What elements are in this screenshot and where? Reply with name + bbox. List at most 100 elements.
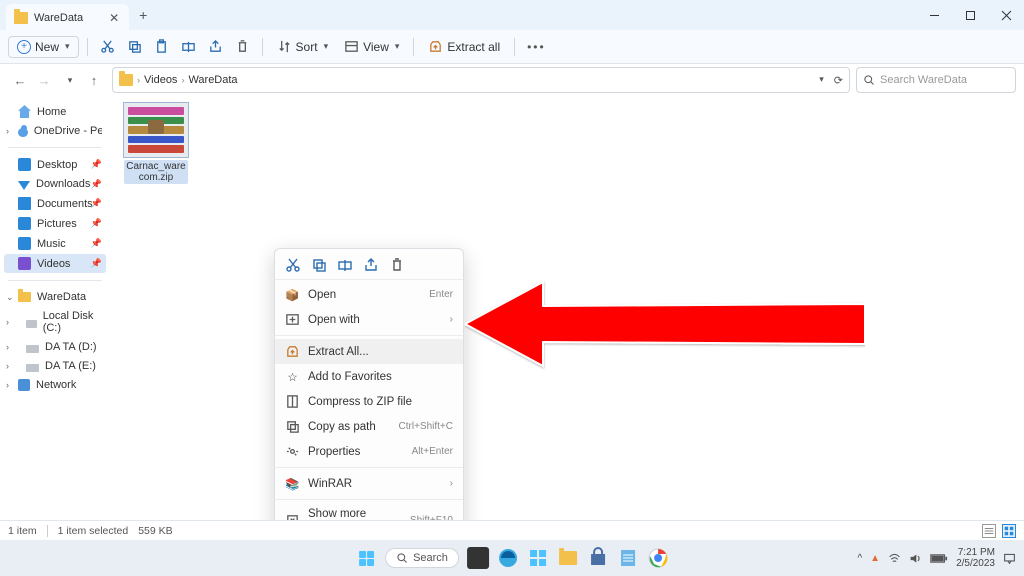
paste-button[interactable] bbox=[150, 35, 173, 58]
copy-icon[interactable] bbox=[311, 257, 327, 273]
start-button[interactable] bbox=[355, 547, 377, 569]
clock[interactable]: 7:21 PM2/5/2023 bbox=[956, 547, 995, 569]
ctx-label: WinRAR bbox=[308, 478, 352, 490]
sidebar-item-music[interactable]: Music📌 bbox=[4, 234, 106, 253]
address-bar[interactable]: › Videos › WareData ▾ ⟳ bbox=[112, 67, 850, 93]
recent-dropdown[interactable]: ▾ bbox=[62, 75, 78, 86]
tray-app-icon[interactable]: ▲ bbox=[870, 553, 880, 564]
ctx-shortcut: Ctrl+Shift+C bbox=[399, 421, 453, 432]
volume-icon[interactable] bbox=[909, 552, 922, 565]
share-button[interactable] bbox=[204, 35, 227, 58]
nav-arrows: ← → ▾ ↑ bbox=[8, 73, 106, 88]
ctx-open-with[interactable]: Open with› bbox=[275, 307, 463, 332]
notifications-icon[interactable] bbox=[1003, 552, 1016, 565]
icons-view-toggle[interactable] bbox=[1002, 524, 1016, 538]
details-view-toggle[interactable] bbox=[982, 524, 996, 538]
pictures-icon bbox=[18, 217, 31, 230]
copy-button[interactable] bbox=[123, 35, 146, 58]
toolbar: + New ▾ Sort ▾ View ▾ Extract all ••• bbox=[0, 30, 1024, 64]
sidebar-item-desktop[interactable]: Desktop📌 bbox=[4, 155, 106, 174]
cut-button[interactable] bbox=[96, 35, 119, 58]
sidebar-label: Network bbox=[36, 379, 76, 391]
notepad-icon[interactable] bbox=[617, 547, 639, 569]
body: Home › OneDrive - Persona Desktop📌 Downlo… bbox=[0, 96, 1024, 520]
expand-icon[interactable]: › bbox=[6, 317, 9, 327]
ctx-label: Add to Favorites bbox=[308, 371, 392, 383]
close-button[interactable] bbox=[988, 0, 1024, 30]
sidebar-item-data-e[interactable]: › DA TA (E:) bbox=[4, 357, 106, 375]
ctx-extract-all[interactable]: Extract All... bbox=[275, 339, 463, 364]
view-mode-toggles bbox=[982, 524, 1016, 538]
tray-chevron-icon[interactable]: ^ bbox=[857, 553, 862, 564]
delete-icon[interactable] bbox=[389, 257, 405, 273]
ctx-winrar[interactable]: 📚WinRAR› bbox=[275, 471, 463, 496]
rename-icon[interactable] bbox=[337, 257, 353, 273]
ctx-show-more[interactable]: Show more optionsShift+F10 bbox=[275, 503, 463, 520]
ctx-favorites[interactable]: ☆Add to Favorites bbox=[275, 364, 463, 389]
close-tab-icon[interactable]: ✕ bbox=[109, 11, 119, 25]
sidebar-item-network[interactable]: › Network bbox=[4, 376, 106, 394]
chrome-icon[interactable] bbox=[647, 547, 669, 569]
sidebar-item-home[interactable]: Home bbox=[4, 102, 106, 121]
share-icon[interactable] bbox=[363, 257, 379, 273]
breadcrumb-videos[interactable]: Videos bbox=[144, 74, 177, 86]
cut-icon[interactable] bbox=[285, 257, 301, 273]
tab-title: WareData bbox=[34, 12, 83, 24]
explorer-icon[interactable] bbox=[557, 547, 579, 569]
divider bbox=[87, 38, 88, 56]
edge-icon[interactable] bbox=[497, 547, 519, 569]
new-tab-button[interactable]: + bbox=[139, 7, 147, 23]
store-icon[interactable] bbox=[587, 547, 609, 569]
maximize-button[interactable] bbox=[952, 0, 988, 30]
extract-icon bbox=[428, 39, 443, 54]
sidebar-label: DA TA (E:) bbox=[45, 360, 96, 372]
sidebar-item-onedrive[interactable]: › OneDrive - Persona bbox=[4, 122, 106, 140]
expand-icon[interactable]: › bbox=[6, 342, 9, 352]
sidebar-item-waredata[interactable]: ⌄WareData bbox=[4, 288, 106, 306]
new-button[interactable]: + New ▾ bbox=[8, 36, 79, 58]
sidebar-item-documents[interactable]: Documents📌 bbox=[4, 194, 106, 213]
ctx-open[interactable]: 📦OpenEnter bbox=[275, 282, 463, 307]
downloads-icon bbox=[18, 181, 30, 190]
battery-icon[interactable] bbox=[930, 552, 948, 565]
wifi-icon[interactable] bbox=[888, 552, 901, 565]
sort-button[interactable]: Sort ▾ bbox=[271, 35, 335, 58]
breadcrumb-waredata[interactable]: WareData bbox=[188, 74, 237, 86]
sidebar-item-pictures[interactable]: Pictures📌 bbox=[4, 214, 106, 233]
sidebar-item-data-d[interactable]: ›DA TA (D:) bbox=[4, 338, 106, 356]
view-button[interactable]: View ▾ bbox=[338, 35, 405, 58]
taskbar-search[interactable]: Search bbox=[385, 548, 459, 568]
sidebar-item-local-c[interactable]: ›Local Disk (C:) bbox=[4, 307, 106, 337]
expand-icon[interactable]: › bbox=[6, 361, 9, 371]
back-button[interactable]: ← bbox=[12, 73, 28, 88]
extract-all-button[interactable]: Extract all bbox=[422, 35, 506, 58]
file-area[interactable]: Carnac_warecom.zip 📦OpenEnter Open with›… bbox=[110, 96, 1024, 520]
address-dropdown-icon[interactable]: ▾ bbox=[819, 74, 824, 87]
window-tab[interactable]: WareData ✕ bbox=[6, 4, 129, 30]
file-name: Carnac_warecom.zip bbox=[124, 160, 187, 184]
collapse-icon[interactable]: ⌄ bbox=[6, 292, 14, 303]
minimize-button[interactable] bbox=[916, 0, 952, 30]
search-box[interactable]: Search WareData bbox=[856, 67, 1016, 93]
extract-label: Extract all bbox=[447, 40, 500, 54]
expand-icon[interactable]: › bbox=[6, 126, 9, 136]
ctx-properties[interactable]: PropertiesAlt+Enter bbox=[275, 439, 463, 464]
expand-icon[interactable]: › bbox=[6, 380, 9, 390]
more-button[interactable]: ••• bbox=[523, 36, 550, 58]
ctx-copy-path[interactable]: Copy as pathCtrl+Shift+C bbox=[275, 414, 463, 439]
forward-button[interactable]: → bbox=[36, 73, 52, 88]
task-view-icon[interactable] bbox=[467, 547, 489, 569]
refresh-button[interactable]: ⟳ bbox=[834, 74, 843, 87]
system-tray: ^ ▲ 7:21 PM2/5/2023 bbox=[857, 547, 1024, 569]
ctx-compress[interactable]: Compress to ZIP file bbox=[275, 389, 463, 414]
sidebar-item-downloads[interactable]: Downloads📌 bbox=[4, 175, 106, 193]
up-button[interactable]: ↑ bbox=[86, 73, 102, 88]
separator bbox=[275, 467, 463, 468]
delete-button[interactable] bbox=[231, 35, 254, 58]
ctx-shortcut: Enter bbox=[429, 289, 453, 300]
sidebar-item-videos[interactable]: Videos📌 bbox=[4, 254, 106, 273]
widgets-icon[interactable] bbox=[527, 547, 549, 569]
file-item-zip[interactable]: Carnac_warecom.zip bbox=[116, 102, 196, 184]
sidebar-label: OneDrive - Persona bbox=[34, 125, 102, 137]
rename-button[interactable] bbox=[177, 35, 200, 58]
